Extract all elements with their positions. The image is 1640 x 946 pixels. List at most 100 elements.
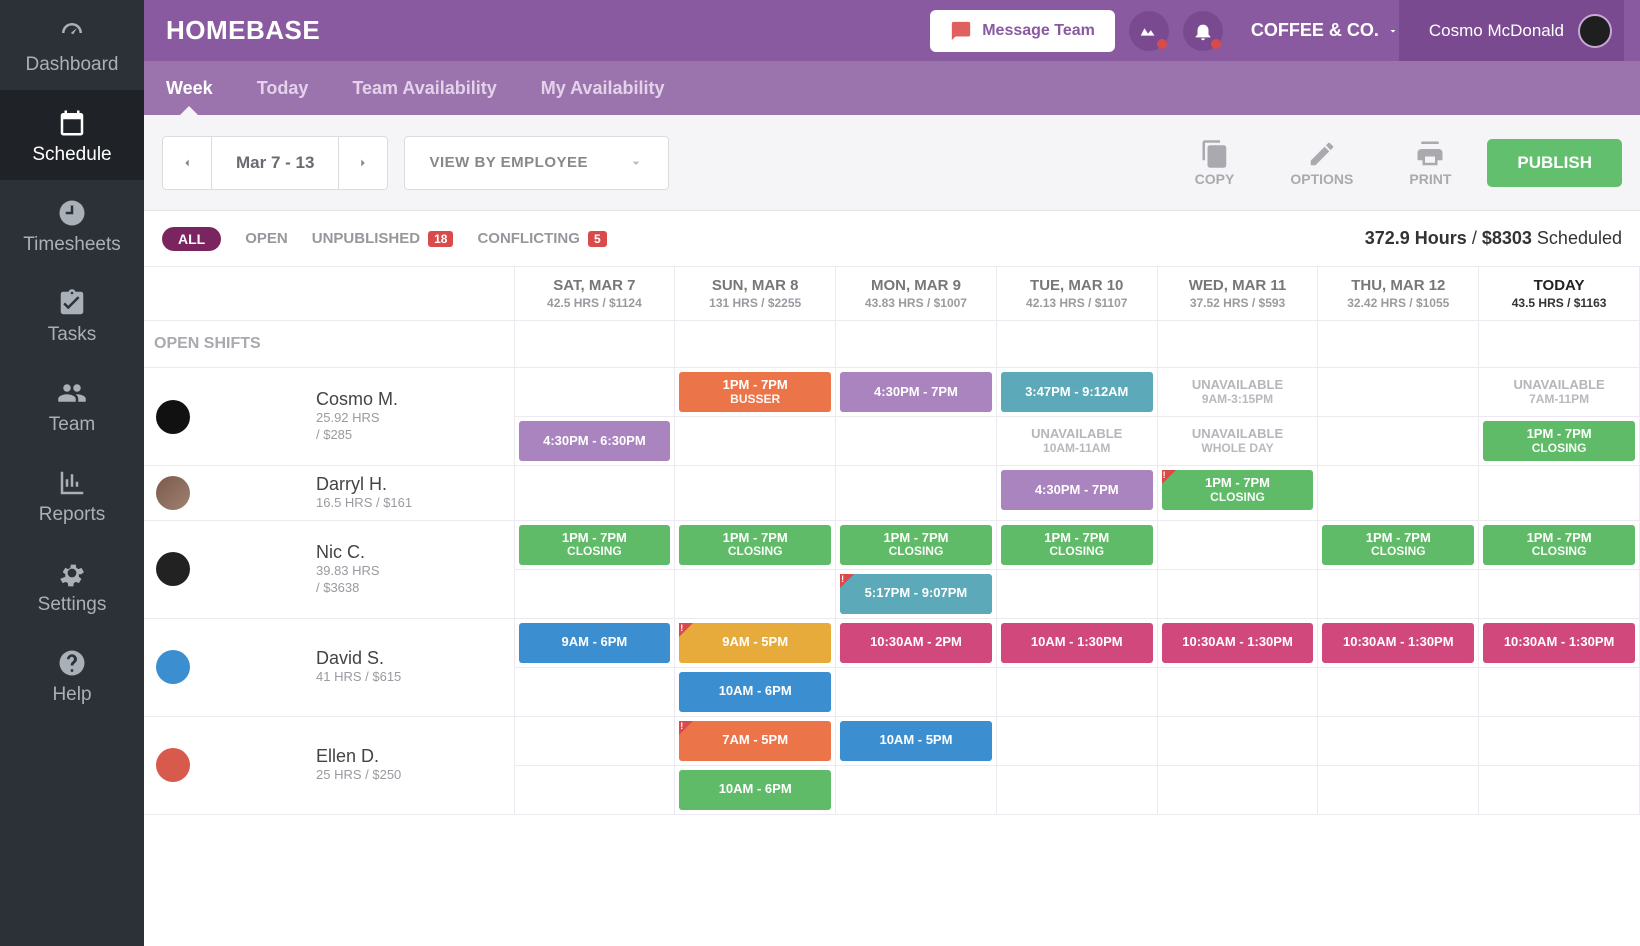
next-week-button[interactable] [339, 137, 387, 189]
schedule-slot[interactable] [1157, 765, 1318, 814]
shift-block[interactable]: 4:30PM - 7PM [840, 372, 992, 412]
shift-block[interactable]: 1PM - 7PMCLOSING [519, 525, 671, 565]
schedule-slot[interactable]: 9AM - 6PM [514, 618, 675, 667]
schedule-slot[interactable]: 10:30AM - 1:30PM [1479, 618, 1640, 667]
open-shift-slot[interactable] [514, 321, 675, 368]
copy-button[interactable]: COPY [1175, 139, 1255, 187]
shift-block[interactable]: 10AM - 1:30PM [1001, 623, 1153, 663]
schedule-slot[interactable]: 10:30AM - 1:30PM [1318, 618, 1479, 667]
subtab-today[interactable]: Today [253, 78, 313, 115]
schedule-slot[interactable] [996, 765, 1157, 814]
schedule-slot[interactable] [1157, 569, 1318, 618]
schedule-slot[interactable]: 1PM - 7PMCLOSING [514, 520, 675, 569]
schedule-slot[interactable] [514, 765, 675, 814]
shift-block[interactable]: 5:17PM - 9:07PM [840, 574, 992, 614]
open-shift-slot[interactable] [1157, 321, 1318, 368]
schedule-slot[interactable] [836, 765, 997, 814]
shift-block[interactable]: 1PM - 7PMCLOSING [1483, 421, 1635, 461]
sidebar-item-settings[interactable]: Settings [0, 540, 144, 630]
schedule-slot[interactable] [1318, 569, 1479, 618]
schedule-slot[interactable] [1479, 466, 1640, 521]
schedule-slot[interactable] [514, 667, 675, 716]
schedule-slot[interactable] [1318, 716, 1479, 765]
schedule-slot[interactable] [514, 716, 675, 765]
sidebar-item-dashboard[interactable]: Dashboard [0, 0, 144, 90]
print-button[interactable]: PRINT [1389, 139, 1471, 187]
filter-all[interactable]: ALL [162, 227, 221, 251]
shift-block[interactable]: 4:30PM - 6:30PM [519, 421, 671, 461]
schedule-slot[interactable] [1318, 466, 1479, 521]
business-selector[interactable]: COFFEE & CO. [1251, 20, 1399, 41]
schedule-slot[interactable] [514, 368, 675, 417]
sidebar-item-schedule[interactable]: Schedule [0, 90, 144, 180]
shift-block[interactable]: 1PM - 7PMCLOSING [1483, 525, 1635, 565]
message-team-button[interactable]: Message Team [930, 10, 1115, 52]
open-shift-slot[interactable] [836, 321, 997, 368]
schedule-slot[interactable] [1318, 417, 1479, 466]
schedule-slot[interactable]: 10AM - 5PM [836, 716, 997, 765]
schedule-slot[interactable]: 10AM - 6PM [675, 667, 836, 716]
schedule-slot[interactable]: 10AM - 1:30PM [996, 618, 1157, 667]
schedule-slot[interactable]: 7AM - 5PM [675, 716, 836, 765]
schedule-slot[interactable]: 1PM - 7PMCLOSING [1318, 520, 1479, 569]
schedule-slot[interactable] [1479, 765, 1640, 814]
schedule-slot[interactable] [675, 466, 836, 521]
subtab-team_avail[interactable]: Team Availability [348, 78, 500, 115]
shift-block[interactable]: 1PM - 7PMCLOSING [1001, 525, 1153, 565]
schedule-slot[interactable] [836, 667, 997, 716]
schedule-slot[interactable]: 1PM - 7PMCLOSING [836, 520, 997, 569]
filter-unpublished[interactable]: UNPUBLISHED 18 [312, 230, 454, 247]
shift-block[interactable]: 9AM - 6PM [519, 623, 671, 663]
shift-block[interactable]: 1PM - 7PMCLOSING [840, 525, 992, 565]
schedule-slot[interactable] [1157, 520, 1318, 569]
shift-block[interactable]: 10:30AM - 1:30PM [1322, 623, 1474, 663]
sidebar-item-tasks[interactable]: Tasks [0, 270, 144, 360]
sidebar-item-help[interactable]: Help [0, 630, 144, 720]
schedule-slot[interactable] [1157, 716, 1318, 765]
shift-block[interactable]: 10AM - 5PM [840, 721, 992, 761]
schedule-slot[interactable]: 4:30PM - 6:30PM [514, 417, 675, 466]
schedule-slot[interactable]: 3:47PM - 9:12AM [996, 368, 1157, 417]
schedule-slot[interactable] [675, 569, 836, 618]
schedule-slot[interactable]: 5:17PM - 9:07PM [836, 569, 997, 618]
schedule-slot[interactable] [1318, 368, 1479, 417]
schedule-slot[interactable]: 4:30PM - 7PM [996, 466, 1157, 521]
schedule-slot[interactable] [1157, 667, 1318, 716]
schedule-slot[interactable] [1479, 569, 1640, 618]
shift-block[interactable]: 10:30AM - 1:30PM [1162, 623, 1314, 663]
schedule-slot[interactable]: UNAVAILABLEWHOLE DAY [1157, 417, 1318, 466]
schedule-slot[interactable]: UNAVAILABLE7AM-11PM [1479, 368, 1640, 417]
activity-button[interactable] [1129, 11, 1169, 51]
shift-block[interactable]: 1PM - 7PMBUSSER [679, 372, 831, 412]
schedule-slot[interactable]: UNAVAILABLE9AM-3:15PM [1157, 368, 1318, 417]
options-button[interactable]: OPTIONS [1270, 139, 1373, 187]
schedule-slot[interactable]: 10:30AM - 2PM [836, 618, 997, 667]
schedule-slot[interactable]: 10:30AM - 1:30PM [1157, 618, 1318, 667]
schedule-slot[interactable] [1479, 667, 1640, 716]
schedule-slot[interactable]: 9AM - 5PM [675, 618, 836, 667]
shift-block[interactable]: 10:30AM - 1:30PM [1483, 623, 1635, 663]
subtab-my_avail[interactable]: My Availability [537, 78, 669, 115]
open-shift-slot[interactable] [1318, 321, 1479, 368]
shift-block[interactable]: 10AM - 6PM [679, 770, 831, 810]
schedule-slot[interactable]: 10AM - 6PM [675, 765, 836, 814]
user-menu[interactable]: Cosmo McDonald [1399, 0, 1624, 61]
schedule-slot[interactable]: 4:30PM - 7PM [836, 368, 997, 417]
schedule-slot[interactable] [675, 417, 836, 466]
schedule-slot[interactable]: 1PM - 7PMCLOSING [1479, 520, 1640, 569]
schedule-slot[interactable] [836, 417, 997, 466]
schedule-slot[interactable]: 1PM - 7PMCLOSING [1479, 417, 1640, 466]
schedule-slot[interactable]: 1PM - 7PMBUSSER [675, 368, 836, 417]
prev-week-button[interactable] [163, 137, 211, 189]
schedule-slot[interactable] [514, 466, 675, 521]
shift-block[interactable]: 1PM - 7PMCLOSING [1162, 470, 1314, 510]
shift-block[interactable]: 9AM - 5PM [679, 623, 831, 663]
sidebar-item-team[interactable]: Team [0, 360, 144, 450]
shift-block[interactable]: 10AM - 6PM [679, 672, 831, 712]
publish-button[interactable]: PUBLISH [1487, 139, 1622, 187]
schedule-slot[interactable] [1479, 716, 1640, 765]
schedule-slot[interactable]: 1PM - 7PMCLOSING [996, 520, 1157, 569]
view-by-selector[interactable]: VIEW BY EMPLOYEE [404, 136, 669, 190]
schedule-slot[interactable] [514, 569, 675, 618]
sidebar-item-timesheets[interactable]: Timesheets [0, 180, 144, 270]
